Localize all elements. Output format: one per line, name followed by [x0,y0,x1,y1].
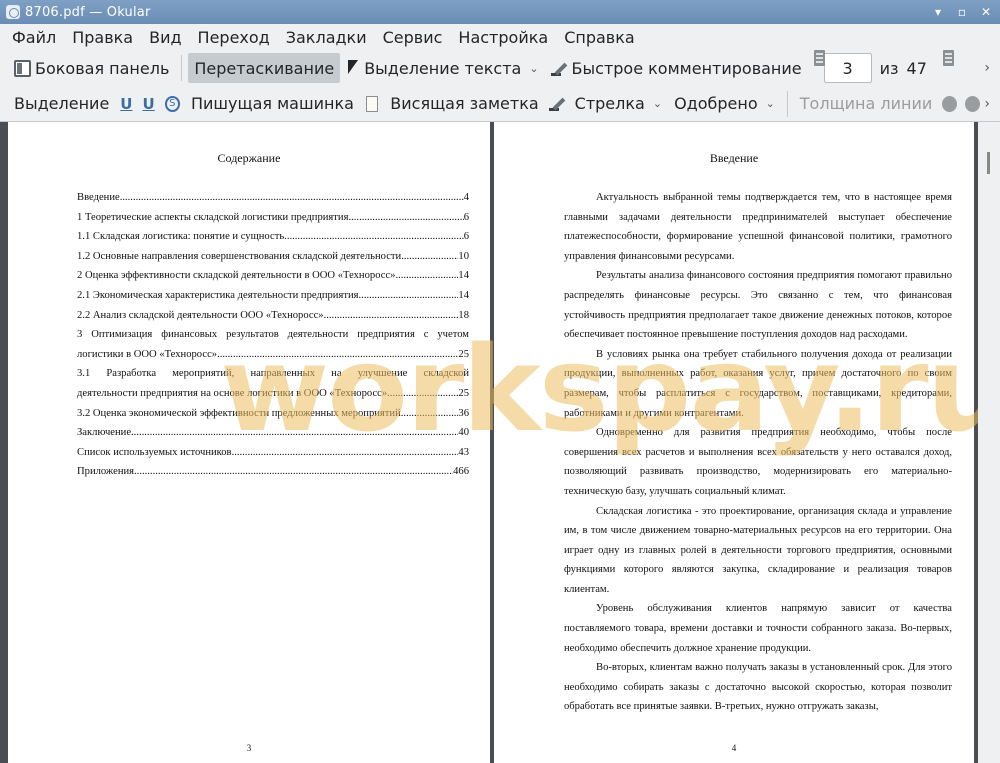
toc-entry: Список используемых источников43 [77,443,469,463]
paragraph: Складская логистика - это проектирование… [564,505,952,595]
paragraph: Уровень обслуживания клиентов напрямую з… [564,603,952,654]
menu-bookmarks[interactable]: Закладки [278,28,375,47]
menu-tools[interactable]: Сервис [375,28,451,47]
close-icon[interactable]: ✕ [976,3,996,21]
paragraph: Одновременно для развития предприятия не… [564,427,952,497]
highlight-tool-button[interactable]: Выделение [8,89,115,119]
sidebar-icon [14,59,31,77]
pen-icon [550,60,568,77]
stamp-tool-label: Одобрено [674,94,758,113]
arrow-tool-label: Стрелка [574,94,645,113]
chevron-down-icon[interactable]: ⌄ [529,62,538,75]
toc-entry-line1: 3.1 Разработка мероприятий, направленных… [77,368,469,380]
page-heading: Содержание [217,151,281,165]
typewriter-tool-button[interactable]: Пишущая машинка [185,89,360,119]
text-select-button[interactable]: Выделение текста ⌄ [340,53,544,83]
menu-settings[interactable]: Настройка [450,28,556,47]
vertical-scrollbar[interactable] [978,122,1000,763]
next-page-button[interactable] [937,50,954,83]
page-number: 4 [731,743,737,753]
toc-entry: 1 Теоретические аспекты складской логист… [77,208,469,228]
toc-entry: 2.2 Анализ складской деятельности ООО «Т… [77,306,469,326]
arrow-pen-icon [548,95,565,112]
squiggle-icon[interactable]: U [142,95,154,113]
stamp-tool-button[interactable]: Одобрено ⌄ [668,89,781,119]
toc-entry-line1: 3 Оптимизация финансовых результатов дея… [77,329,469,341]
scrollbar-thumb[interactable] [987,152,990,174]
highlight-tool-label: Выделение [14,94,110,113]
toc-entry: 1.2 Основные направления совершенствован… [77,247,469,267]
table-of-contents: Введение4 1 Теоретические аспекты складс… [77,188,469,482]
toolbar-separator [786,90,788,117]
toc-entry: 2 Оценка эффективности складской деятель… [77,266,469,286]
document-viewer[interactable]: Содержание Введение4 1 Теоретические асп… [0,122,1000,763]
toolbar-overflow-icon[interactable]: › [984,96,990,112]
arrow-tool-button[interactable]: Стрелка ⌄ [569,89,668,119]
toc-entry: 2.1 Экономическая характеристика деятель… [77,286,469,306]
page-number-input[interactable]: 3 [823,53,872,83]
document-page-3: Содержание Введение4 1 Теоретические асп… [8,122,490,763]
toolbar-separator [181,55,183,81]
cursor-icon [346,59,360,77]
browse-tool-button[interactable]: Перетаскивание [188,53,341,83]
browse-tool-label: Перетаскивание [194,58,335,78]
opacity-icon[interactable] [965,95,981,112]
paragraph: В условиях рынка она требует стабильного… [564,348,952,419]
chevron-down-icon[interactable]: ⌄ [766,97,775,110]
toc-entry: логистики в ООО «Техноросс»25 [77,345,469,365]
minimize-icon[interactable]: ▾ [928,3,948,21]
toc-entry: Заключение40 [77,423,469,443]
page-total-label: 47 [906,58,927,78]
underline-icon[interactable]: U [120,95,132,113]
toc-entry: деятельности предприятия на основе логис… [77,384,469,404]
page-heading: Введение [709,151,759,165]
page-number-value: 3 [842,58,853,78]
popup-note-button[interactable]: Висящая заметка [384,89,544,119]
toc-entry: 3.2 Оценка экономической эффективности п… [77,404,469,424]
annotation-toolbar: Выделение U U S Пишущая машинка Висящая … [0,86,1000,122]
previous-page-button[interactable] [808,50,825,83]
menu-edit[interactable]: Правка [64,28,141,47]
maximize-icon[interactable]: ▫ [952,3,972,21]
sidebar-button[interactable]: Боковая панель [8,53,175,83]
sidebar-button-label: Боковая панель [35,58,170,78]
window-titlebar: 8706.pdf — Okular ▾ ▫ ✕ [0,0,1000,24]
quick-annotations-button[interactable]: Быстрое комментирование [545,53,808,83]
note-icon [365,95,379,112]
line-width-button[interactable]: Толщина линии [794,89,939,119]
toolbar-overflow-icon[interactable]: › [984,60,990,76]
quick-annotations-label: Быстрое комментирование [571,58,802,78]
line-width-label: Толщина линии [799,94,933,113]
main-toolbar: Боковая панель Перетаскивание Выделение … [0,50,1000,86]
menu-file[interactable]: Файл [4,28,64,47]
okular-app-icon [6,5,20,19]
menu-help[interactable]: Справка [556,28,643,47]
page-of-label: из [879,58,899,78]
toc-entry: Введение4 [77,188,469,208]
color-icon[interactable] [942,95,958,112]
typewriter-tool-label: Пишущая машинка [190,94,354,113]
paragraph: Результаты анализа финансового состояния… [564,270,952,341]
page-body-text: Актуальность выбранной темы подтверждает… [564,188,952,717]
popup-note-label: Висящая заметка [390,94,539,113]
menu-bar: Файл Правка Вид Переход Закладки Сервис … [0,24,1000,50]
strikeout-icon[interactable]: S [164,95,180,112]
page-down-icon [942,50,954,66]
menu-go[interactable]: Переход [190,28,278,47]
paragraph: Во-вторых, клиентам важно получать заказ… [564,662,952,713]
chevron-down-icon[interactable]: ⌄ [653,97,662,110]
toc-entry: Приложения466 [77,462,469,482]
paragraph: Актуальность выбранной темы подтверждает… [564,192,952,262]
menu-view[interactable]: Вид [141,28,189,47]
window-title: 8706.pdf — Okular [25,4,151,20]
toc-entry: 1.1 Складская логистика: понятие и сущно… [77,227,469,247]
text-select-label: Выделение текста [364,58,522,78]
page-number: 3 [246,743,252,753]
page-up-icon [813,50,825,66]
document-page-4: Введение Актуальность выбранной темы под… [494,122,974,763]
